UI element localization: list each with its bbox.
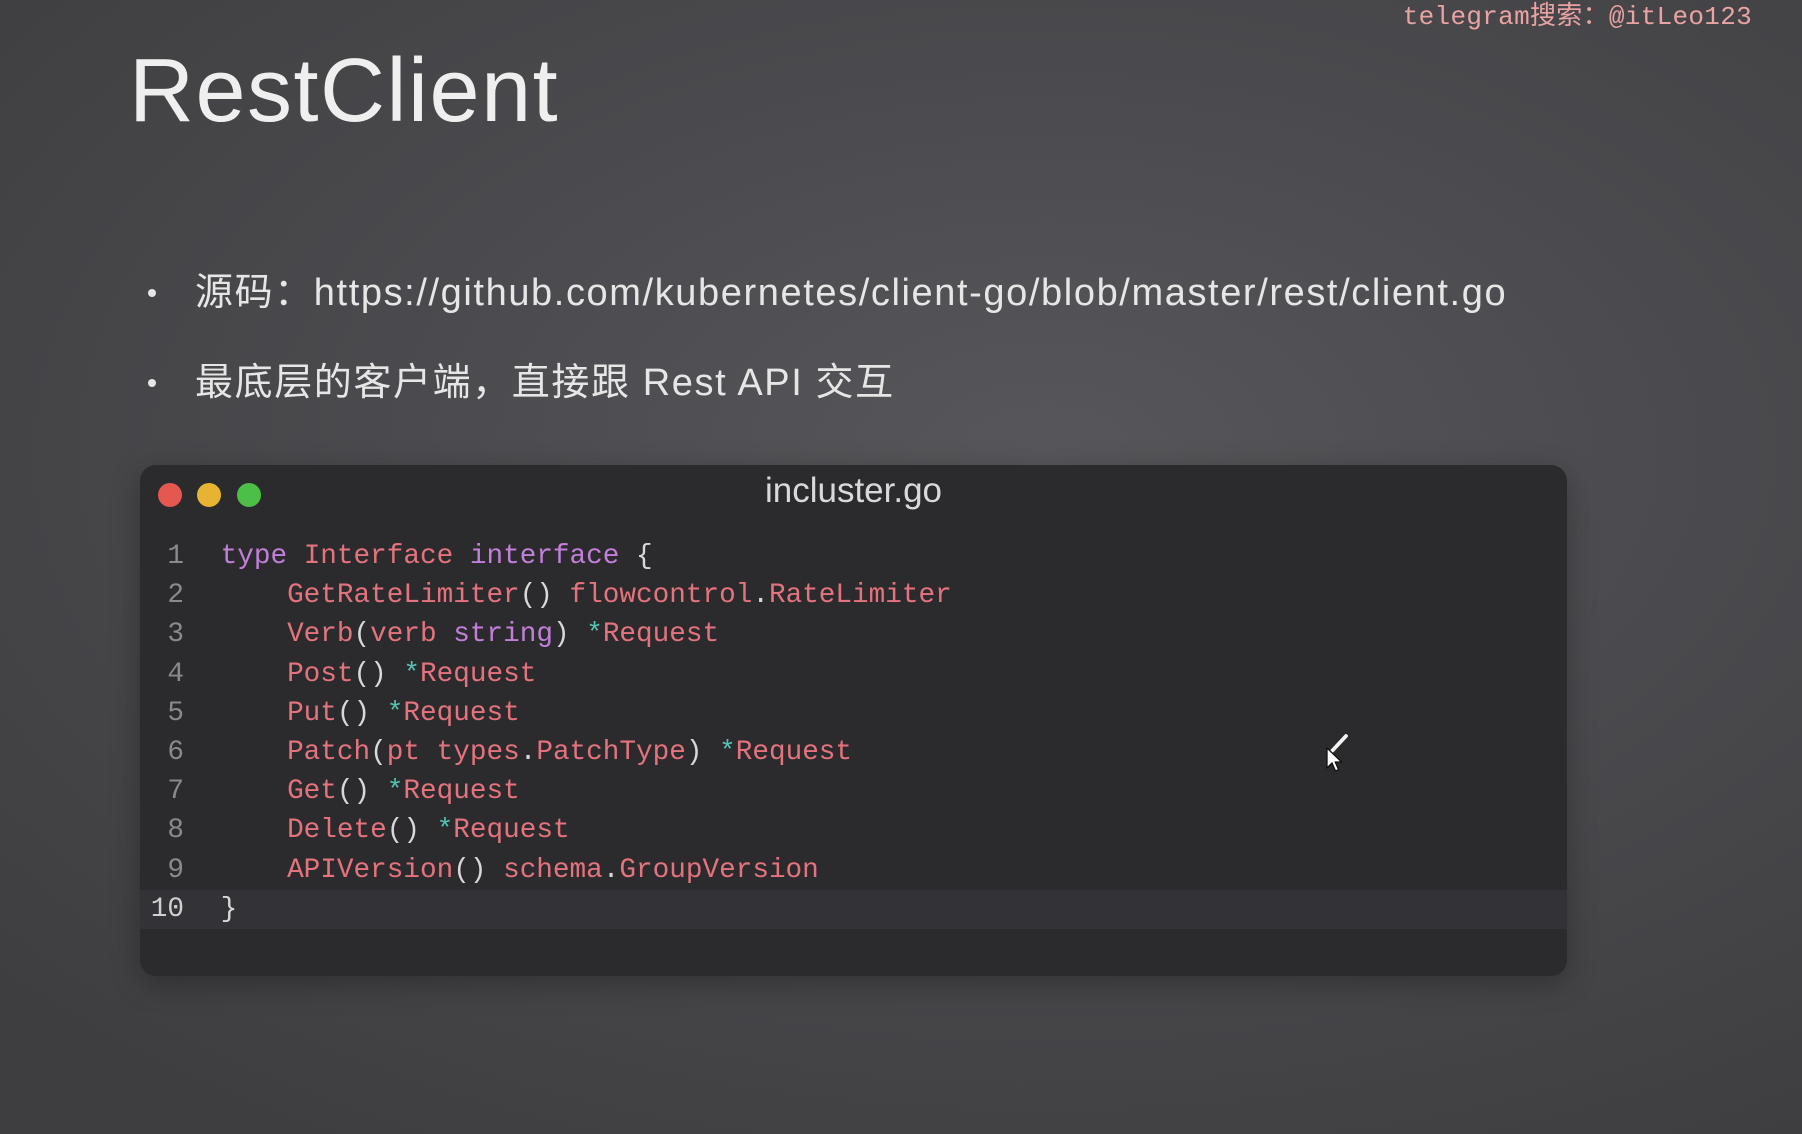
code-token-name: schema	[503, 854, 603, 886]
code-token-operator: *	[436, 815, 454, 847]
code-token-punct: .	[519, 736, 537, 768]
code-line[interactable]: 2 GetRateLimiter() flowcontrol.RateLimit…	[140, 576, 1567, 615]
window-title: incluster.go	[764, 471, 943, 510]
code-token-punct	[221, 855, 287, 886]
code-token-punct: (	[370, 736, 387, 768]
code-token-name: Request	[420, 658, 537, 690]
bullet-item: 源码：https://github.com/kubernetes/client-…	[0, 270, 1700, 316]
code-token-punct	[221, 698, 287, 729]
code-token-punct: ()	[386, 815, 437, 847]
code-token-keyword: string	[453, 619, 553, 651]
code-token-operator: *	[586, 619, 603, 651]
code-token-punct	[221, 659, 287, 690]
code-line[interactable]: 4 Post() *Request	[140, 655, 1567, 694]
code-token-name: Verb	[287, 619, 354, 651]
line-number: 5	[167, 697, 184, 729]
code-text: type Interface interface {	[221, 537, 653, 576]
code-token-name: types	[436, 736, 520, 768]
code-line[interactable]: 3 Verb(verb string) *Request	[140, 615, 1567, 654]
code-text: Post() *Request	[221, 655, 537, 694]
code-token-punct: ()	[336, 697, 387, 729]
code-text: }	[221, 890, 238, 929]
code-token-name: Request	[403, 697, 520, 729]
code-token-name: RateLimiter	[768, 580, 952, 612]
code-token-punct	[420, 737, 437, 768]
code-text: APIVersion() schema.GroupVersion	[221, 851, 819, 890]
slide-title: RestClient	[129, 41, 560, 141]
code-token-punct: ()	[353, 658, 404, 690]
code-token-name: Get	[287, 776, 337, 808]
code-token-name: Delete	[287, 815, 387, 847]
line-number: 9	[167, 854, 184, 886]
line-number: 8	[167, 815, 184, 847]
code-token-name: GetRateLimiter	[287, 580, 520, 612]
line-number: 3	[167, 619, 184, 651]
code-line[interactable]: 5 Put() *Request	[140, 694, 1567, 733]
code-line[interactable]: 9 APIVersion() schema.GroupVersion	[140, 851, 1567, 890]
code-token-name: Put	[287, 697, 337, 729]
code-token-operator: *	[719, 736, 736, 768]
code-token-name: Post	[287, 658, 354, 690]
line-number: 7	[167, 776, 184, 808]
code-token-punct	[437, 619, 454, 650]
code-token-operator: *	[403, 658, 421, 690]
code-token-operator: *	[386, 697, 404, 729]
code-token-punct: )	[685, 736, 720, 768]
bullet-dot	[148, 289, 156, 297]
line-number: 4	[167, 658, 184, 690]
code-text: Put() *Request	[221, 694, 520, 733]
code-token-punct: ()	[519, 580, 570, 612]
code-token-name: Interface	[303, 541, 454, 572]
code-line[interactable]: 8 Delete() *Request	[140, 811, 1567, 850]
line-number: 10	[150, 893, 184, 925]
code-token-punct	[221, 776, 287, 807]
code-token-punct	[221, 580, 287, 611]
bullet-text-source: 源码：https://github.com/kubernetes/client-…	[195, 272, 1508, 314]
code-token-name: verb	[370, 619, 437, 651]
code-token-operator: *	[386, 776, 404, 808]
code-text: GetRateLimiter() flowcontrol.RateLimiter	[221, 576, 952, 615]
bullet-dot	[148, 379, 156, 387]
code-token-punct	[221, 815, 287, 846]
code-line[interactable]: 7 Get() *Request	[140, 772, 1567, 811]
mouse-cursor-icon	[1326, 733, 1350, 772]
line-number: 1	[167, 541, 184, 572]
code-token-punct	[221, 737, 287, 768]
code-window: incluster.go 1 type Interface interface {…	[140, 465, 1567, 976]
code-token-keyword: type	[220, 541, 288, 572]
code-token-name: Patch	[287, 736, 371, 768]
line-number: 2	[167, 580, 184, 612]
code-text: Verb(verb string) *Request	[221, 615, 720, 654]
bullet-text-description: 最底层的客户端，直接跟 Rest API 交互	[195, 362, 895, 404]
code-text: Delete() *Request	[221, 811, 570, 850]
code-token-punct: (	[353, 619, 371, 651]
bullet-item: 最底层的客户端，直接跟 Rest API 交互	[0, 360, 1700, 406]
code-token-name: Request	[602, 619, 720, 651]
code-token-name: Request	[735, 736, 853, 768]
code-token-name: GroupVersion	[619, 854, 819, 886]
code-token-name: flowcontrol	[569, 580, 753, 612]
code-token-name: APIVersion	[287, 854, 454, 886]
line-number: 6	[167, 736, 184, 768]
code-token-name: Request	[453, 815, 570, 847]
code-token-punct	[287, 541, 304, 572]
code-text: Get() *Request	[221, 772, 520, 811]
code-token-punct: ()	[453, 854, 504, 886]
code-token-punct	[453, 541, 470, 572]
code-token-name: Request	[403, 776, 520, 808]
code-line[interactable]: 1 type Interface interface {	[140, 537, 1567, 576]
code-text: Patch(pt types.PatchType) *Request	[221, 733, 852, 772]
code-token-punct: }	[220, 893, 238, 925]
code-line[interactable]: 10}	[140, 889, 1567, 929]
code-token-name: pt	[386, 736, 420, 768]
code-token-keyword: interface	[469, 541, 620, 572]
code-token-punct: )	[552, 619, 587, 651]
code-token-punct: {	[619, 541, 653, 572]
watermark-text: telegram搜索：@itLeo123	[1402, 2, 1752, 32]
code-token-name: PatchType	[536, 736, 686, 768]
code-token-punct: .	[752, 580, 769, 612]
code-token-punct: ()	[336, 776, 387, 808]
code-token-punct	[221, 619, 287, 650]
code-token-punct: .	[602, 854, 620, 886]
